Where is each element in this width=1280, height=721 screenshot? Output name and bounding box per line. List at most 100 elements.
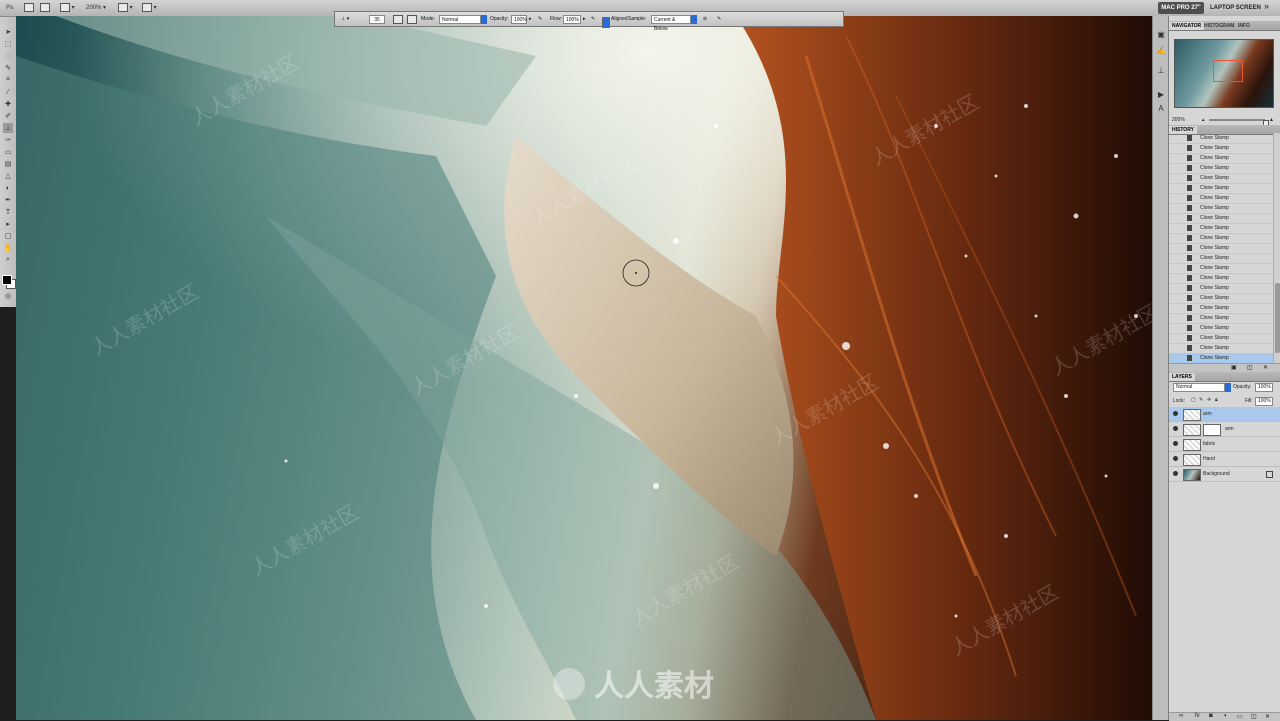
delete-state-icon[interactable]: ✕	[1263, 364, 1268, 371]
layer-visibility-eye-icon[interactable]	[1173, 441, 1178, 446]
lasso-tool-icon[interactable]: ◌	[3, 51, 13, 61]
tab-histogram[interactable]: HISTOGRAM	[1201, 22, 1237, 30]
actions-icon[interactable]: ▶	[1156, 90, 1166, 100]
layer-thumbnail[interactable]	[1183, 469, 1201, 481]
eyedropper-tool-icon[interactable]: ⁄	[3, 87, 13, 97]
history-state-row[interactable]: Clone Stamp	[1169, 353, 1273, 363]
blur-tool-icon[interactable]: △	[3, 171, 13, 181]
opacity-slider-arrow-icon[interactable]: ▸	[529, 15, 532, 24]
layer-name[interactable]: Background	[1203, 467, 1230, 481]
layer-row[interactable]: arm	[1169, 407, 1280, 422]
layer-name[interactable]: Hand	[1203, 452, 1215, 466]
history-scroll-thumb[interactable]	[1275, 283, 1280, 353]
flow-field[interactable]: 100%	[563, 15, 581, 24]
history-brush-tool-icon[interactable]: ✑	[3, 135, 13, 145]
layer-opacity-field[interactable]: 100%	[1255, 383, 1273, 392]
path-select-tool-icon[interactable]: ▸	[3, 219, 13, 229]
ignore-adjustment-layers-icon[interactable]: ⊘	[703, 15, 707, 24]
layer-visibility-eye-icon[interactable]	[1173, 411, 1178, 416]
layer-mask-thumbnail[interactable]	[1203, 424, 1221, 436]
character-icon[interactable]: A	[1156, 104, 1166, 114]
zoom-out-icon[interactable]: ▴	[1202, 116, 1205, 124]
navigator-thumbnail[interactable]	[1174, 39, 1274, 108]
layer-thumbnail[interactable]	[1183, 424, 1201, 436]
layer-visibility-eye-icon[interactable]	[1173, 426, 1178, 431]
lock-position-icon[interactable]: ✛	[1207, 397, 1211, 403]
new-document-from-state-icon[interactable]: ▣	[1231, 364, 1237, 371]
lock-transparency-icon[interactable]: ▢	[1191, 397, 1196, 403]
bridge-icon[interactable]	[24, 3, 34, 13]
lock-pixels-icon[interactable]: ✎	[1199, 397, 1203, 403]
lock-all-icon[interactable]: 🔒︎	[1215, 397, 1218, 403]
layer-comps-icon[interactable]: ▣	[1156, 30, 1166, 40]
quick-select-tool-icon[interactable]: ✎	[3, 63, 13, 73]
layer-row[interactable]: Hand	[1169, 452, 1280, 467]
layer-row[interactable]: arm	[1169, 422, 1280, 437]
layer-thumbnail[interactable]	[1183, 454, 1201, 466]
view-extras-menu[interactable]: ▾	[60, 3, 75, 13]
tool-preset-picker[interactable]: ⊥ ▾	[341, 15, 349, 24]
zoom-level-menu[interactable]: 200% ▾	[86, 3, 106, 13]
navigator-zoom-value[interactable]: 200%	[1172, 116, 1185, 124]
tab-navigator[interactable]: NAVIGATOR	[1169, 22, 1205, 30]
pen-tool-icon[interactable]: ✒	[3, 195, 13, 205]
workspace-mac-pro[interactable]: MAC PRO 27"	[1158, 2, 1204, 14]
brush-presets-icon[interactable]: ✍	[1156, 46, 1166, 56]
history-scrollbar[interactable]	[1273, 133, 1280, 363]
type-tool-icon[interactable]: T	[3, 207, 13, 217]
foreground-color-swatch[interactable]	[2, 275, 12, 285]
more-workspaces-button[interactable]: »	[1264, 1, 1269, 11]
delete-layer-icon[interactable]: ✕	[1265, 713, 1270, 720]
shape-tool-icon[interactable]: ▢	[3, 231, 13, 241]
brush-panel-toggle-icon[interactable]	[393, 15, 403, 24]
pressure-opacity-icon[interactable]: ✎	[538, 15, 542, 24]
clone-source-icon[interactable]: ⊥	[1156, 66, 1166, 76]
layer-name[interactable]: arm	[1225, 422, 1234, 436]
navigator-view-box[interactable]	[1213, 60, 1243, 82]
airbrush-icon[interactable]: ✎	[591, 15, 595, 24]
flow-slider-arrow-icon[interactable]: ▸	[583, 15, 586, 24]
adjustment-layer-icon[interactable]: ◑	[1223, 713, 1227, 719]
layer-thumbnail[interactable]	[1183, 439, 1201, 451]
sample-select[interactable]: Current & Below	[651, 15, 691, 32]
add-mask-icon[interactable]: ◙	[1209, 713, 1213, 719]
layer-style-icon[interactable]: fx	[1195, 713, 1200, 719]
mode-select[interactable]: Normal	[439, 15, 481, 24]
sample-dropdown-arrow-icon[interactable]	[691, 15, 697, 24]
workspace-laptop-screen[interactable]: LAPTOP SCREEN	[1210, 2, 1261, 14]
new-snapshot-icon[interactable]: ◫	[1247, 364, 1253, 371]
layer-row[interactable]: fabric	[1169, 437, 1280, 452]
healing-brush-tool-icon[interactable]: ✚	[3, 99, 13, 109]
navigator-zoom-slider[interactable]	[1209, 119, 1269, 128]
gradient-tool-icon[interactable]: ▤	[3, 159, 13, 169]
hand-tool-icon[interactable]: ✋	[3, 243, 13, 253]
new-group-icon[interactable]: ▭	[1237, 713, 1243, 720]
pressure-size-icon[interactable]: ✎	[717, 15, 721, 24]
mode-dropdown-arrow-icon[interactable]	[481, 15, 487, 24]
layer-name[interactable]: fabric	[1203, 437, 1215, 451]
crop-tool-icon[interactable]: ⌗	[3, 75, 13, 85]
zoom-in-icon[interactable]: ▲	[1269, 116, 1274, 124]
fill-field[interactable]: 100%	[1255, 397, 1273, 406]
layer-row[interactable]: Background	[1169, 467, 1280, 482]
layer-visibility-eye-icon[interactable]	[1173, 456, 1178, 461]
dodge-tool-icon[interactable]: ◐	[3, 183, 13, 193]
tab-info[interactable]: INFO	[1235, 22, 1253, 30]
layer-thumbnail[interactable]	[1183, 409, 1201, 421]
eraser-tool-icon[interactable]: ▭	[3, 147, 13, 157]
blend-mode-arrow-icon[interactable]	[1225, 383, 1231, 392]
quick-mask-icon[interactable]: ◎	[3, 291, 13, 301]
brush-tool-icon[interactable]: ✐	[3, 111, 13, 121]
clone-stamp-tool-icon[interactable]: ⊥	[3, 123, 13, 133]
opacity-field[interactable]: 100%	[511, 15, 527, 24]
aligned-checkbox[interactable]	[602, 17, 610, 28]
screen-mode-menu[interactable]: ▾	[142, 3, 157, 13]
new-layer-icon[interactable]: ◫	[1251, 713, 1257, 720]
tab-layers[interactable]: LAYERS	[1169, 373, 1195, 381]
layer-name[interactable]: arm	[1203, 407, 1212, 421]
blend-mode-select[interactable]: Normal	[1173, 383, 1225, 392]
layer-visibility-eye-icon[interactable]	[1173, 471, 1178, 476]
move-tool-icon[interactable]: ➤	[3, 27, 13, 37]
minibridge-icon[interactable]	[40, 3, 50, 13]
brush-size-picker[interactable]: 35	[369, 15, 385, 24]
